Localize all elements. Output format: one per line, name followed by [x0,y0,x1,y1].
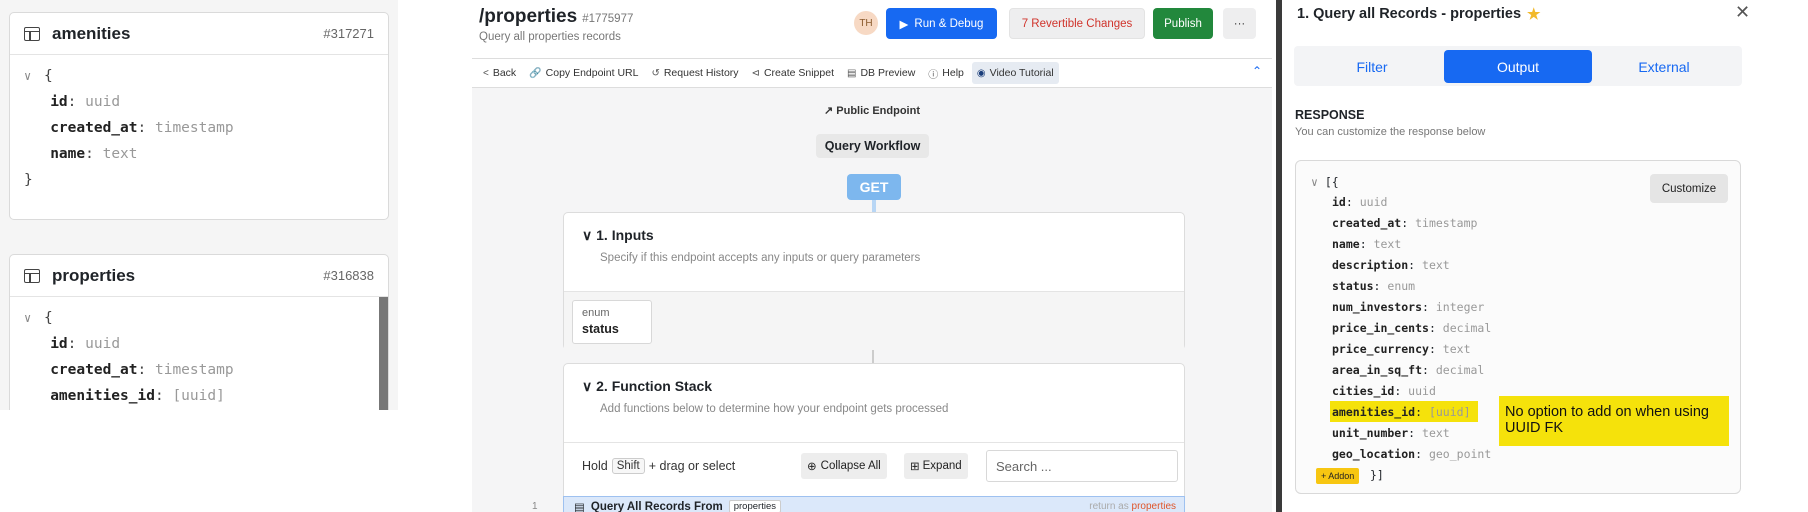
customize-button[interactable]: Customize [1650,174,1728,203]
scrollbar[interactable] [379,297,388,410]
expand-button[interactable]: ⊞ Expand [904,453,968,479]
response-field[interactable]: geo_location: geo_point [1332,447,1491,461]
table-id: #317271 [323,26,374,41]
play-icon: ▶ [899,18,909,31]
function-stack-title[interactable]: ∨ 2. Function Stack [564,364,1184,395]
play-circle-icon: ◉ [976,67,986,79]
chevron-down-icon[interactable]: ∨ [24,63,44,89]
function-stack-description: Add functions below to determine how you… [600,403,949,415]
table-icon [24,26,40,41]
link-icon: 🔗 [529,67,542,79]
table-icon: ▤ [574,501,585,512]
workflow-canvas: ↗ Public Endpoint Query Workflow GET ∨ 1… [472,88,1272,512]
response-field[interactable]: price_currency: text [1332,342,1471,356]
close-icon[interactable]: ✕ [1735,2,1750,23]
chevron-left-icon: < [483,67,489,79]
chevron-up-icon[interactable]: ⌃ [1252,64,1262,78]
header: /properties #1775977 Query all properties… [472,0,1272,58]
response-field[interactable]: area_in_sq_ft: decimal [1332,363,1484,377]
back-button[interactable]: < Back [478,62,521,84]
database-icon: ▤ [846,67,857,79]
panel-title: 1. Query all Records - properties ★ [1297,5,1541,23]
response-field[interactable]: cities_id: uuid [1332,384,1436,398]
inputs-description: Specify if this endpoint accepts any inp… [600,252,921,264]
response-field[interactable]: amenities_id: [uuid] [1332,405,1471,419]
collapse-all-button[interactable]: ⊕ Collapse All [801,453,887,479]
response-field[interactable]: created_at: timestamp [1332,216,1477,230]
star-icon[interactable]: ★ [1527,5,1540,23]
collapse-icon: ⊕ [807,461,817,473]
run-debug-button[interactable]: ▶ Run & Debug [886,8,997,39]
help-icon: ⓘ [928,69,939,81]
screen: amenities #317271 ∨{ id: uuid created_at… [0,0,1808,512]
copy-endpoint-url-button[interactable]: 🔗 Copy Endpoint URL [524,62,643,84]
response-field[interactable]: price_in_cents: decimal [1332,321,1491,335]
inputs-title[interactable]: ∨ 1. Inputs [564,213,1184,244]
connector [872,350,874,363]
add-addon-button[interactable]: + Addon [1316,468,1360,484]
inputs-section: ∨ 1. Inputs Specify if this endpoint acc… [563,212,1185,350]
response-field[interactable]: num_investors: integer [1332,300,1484,314]
chevron-down-icon[interactable]: ∨ [1311,175,1318,189]
table-chip: properties [728,500,781,512]
tab-external[interactable]: External [1590,50,1738,83]
response-field[interactable]: unit_number: text [1332,426,1450,440]
table-card-properties[interactable]: properties #316838 ∨{ id: uuid created_a… [9,254,389,410]
video-tutorial-button[interactable]: ◉ Video Tutorial [971,62,1059,84]
schema-panel: amenities #317271 ∨{ id: uuid created_at… [0,0,398,410]
table-id: #316838 [323,268,374,283]
table-icon [24,268,40,283]
table-card-amenities[interactable]: amenities #317271 ∨{ id: uuid created_at… [9,12,389,220]
public-endpoint-label: ↗ Public Endpoint [824,105,920,117]
create-snippet-button[interactable]: ⊲ Create Snippet [747,62,839,84]
db-preview-button[interactable]: ▤ DB Preview [842,62,920,84]
function-row[interactable]: ▤ Query All Records From properties retu… [563,496,1185,512]
expand-icon: ⊞ [910,461,920,473]
input-status[interactable]: enum status [572,300,652,344]
chevron-down-icon[interactable]: ∨ [24,305,44,331]
panel-tabs: Filter Output External [1294,46,1742,86]
response-field[interactable]: name: text [1332,237,1401,251]
function-search-input[interactable]: Search ... [986,450,1178,482]
request-history-button[interactable]: ↺ Request History [646,62,743,84]
avatar[interactable]: TH [854,11,878,35]
toolbar: < Back 🔗 Copy Endpoint URL ↺ Request Histor… [472,58,1272,88]
help-button[interactable]: ⓘ Help [923,62,969,84]
history-icon: ↺ [651,67,660,79]
method-badge[interactable]: GET [847,174,901,200]
return-variable: return as properties [1089,501,1176,512]
tab-filter[interactable]: Filter [1298,50,1446,83]
endpoint-id: #1775977 [582,13,634,25]
function-stack-section: ∨ 2. Function Stack Add functions below … [563,363,1185,512]
response-title: RESPONSE [1295,108,1365,122]
response-field[interactable]: status: enum [1332,279,1415,293]
response-field[interactable]: id: uuid [1332,195,1387,209]
external-link-icon: ↗ [824,105,834,117]
share-icon: ⊲ [751,67,760,79]
shift-key: Shift [611,457,645,474]
line-number: 1 [532,501,538,512]
function-detail-panel: 1. Query all Records - properties ★ ✕ Fi… [1282,0,1750,512]
response-field[interactable]: description: text [1332,258,1450,272]
revertible-changes-button[interactable]: 7 Revertible Changes [1009,8,1145,39]
chevron-down-icon: ∨ [582,227,593,243]
response-close-bracket: }] [1370,468,1384,482]
response-editor: ∨ [{ Customize id: uuid created_at: time… [1295,160,1741,494]
publish-button[interactable]: Publish [1153,8,1213,39]
chevron-down-icon: ∨ [582,378,593,394]
tab-output[interactable]: Output [1444,50,1592,83]
response-description: You can customize the response below [1295,126,1486,138]
table-name: properties [52,265,136,285]
page-subtitle: Query all properties records [479,31,621,43]
endpoint-editor: /properties #1775977 Query all properties… [472,0,1272,512]
annotation-note: No option to add on when using UUID FK [1499,396,1729,446]
inputs-list [564,291,1184,350]
table-name: amenities [52,23,131,43]
query-workflow-label: Query Workflow [816,134,929,158]
more-options-button[interactable]: ··· [1223,8,1256,39]
page-title: /properties #1775977 [479,6,634,27]
